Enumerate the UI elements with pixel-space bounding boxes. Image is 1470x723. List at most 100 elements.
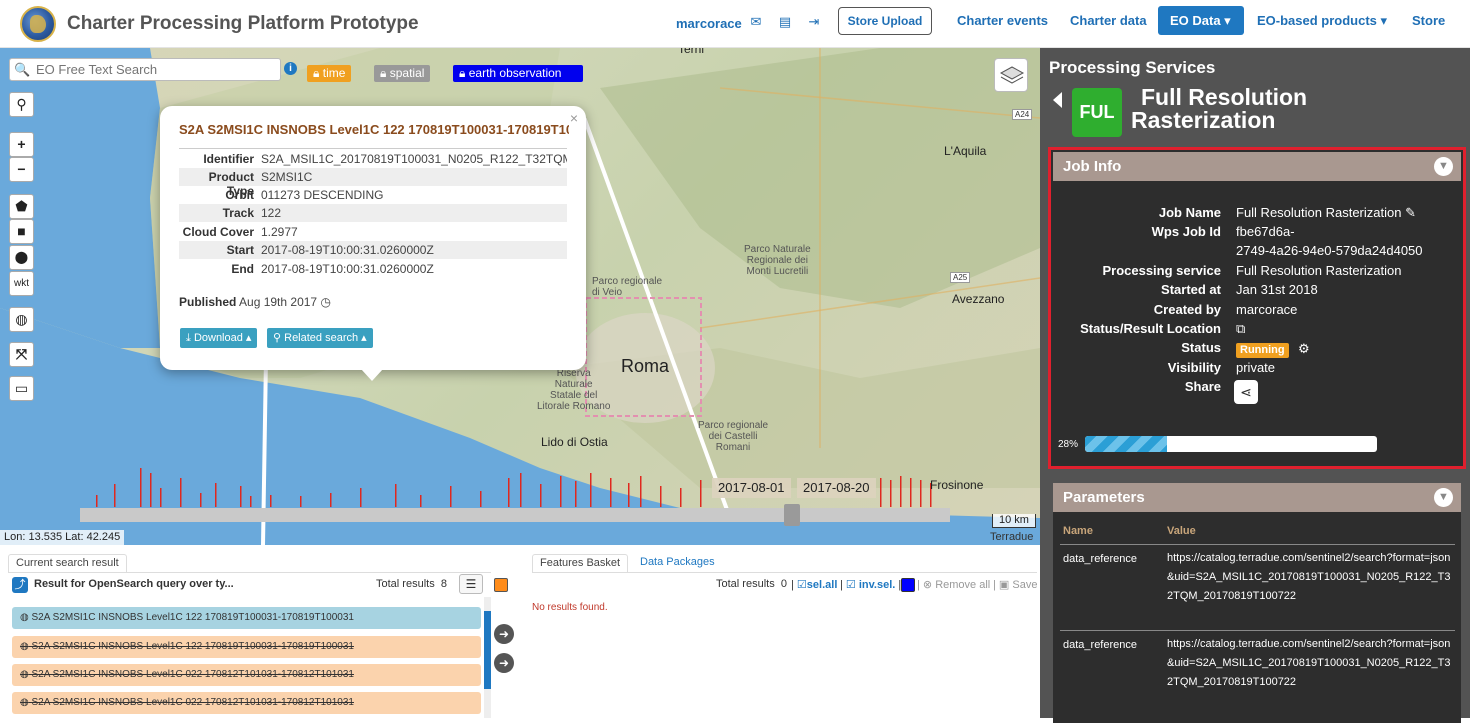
book-icon[interactable]: ▤ (777, 14, 793, 30)
layers-icon[interactable] (994, 58, 1028, 92)
download-button[interactable]: ⤓ Download ▴ (180, 328, 258, 348)
nav-eo-data[interactable]: EO Data ▾ (1158, 6, 1244, 35)
prop-key: Start (226, 243, 254, 257)
back-arrow-icon[interactable] (1053, 92, 1062, 108)
job-info-header[interactable]: Job Info ▼ (1053, 152, 1461, 181)
zoom-in-button[interactable]: + (9, 132, 34, 157)
time-tag[interactable]: 🔒︎ time (307, 65, 352, 82)
globe-icon[interactable]: ◍ (9, 307, 34, 332)
map-place-terni: Terni (678, 48, 705, 56)
basket-color-picker[interactable] (901, 578, 915, 592)
timeline-handle[interactable] (784, 504, 800, 526)
basket-invert-selection[interactable]: | ☑ inv.sel. | (840, 578, 901, 591)
related-search-button[interactable]: ⚲ Related search ▴ (267, 328, 373, 348)
results-title: Result for OpenSearch query over ty... (34, 578, 234, 590)
related-search-label: Related search (284, 332, 359, 344)
param-value: https://catalog.terradue.com/sentinel2/s… (1167, 552, 1451, 602)
prop-row: Identifier S2A_MSIL1C_20170819T100031_N02… (179, 150, 567, 168)
created-by-label: Created by (1153, 302, 1221, 317)
status-label: Status (1181, 340, 1221, 355)
share-label: Share (1184, 379, 1221, 394)
marker-icon[interactable]: ⬤ (9, 245, 34, 270)
zoom-out-button[interactable]: − (9, 157, 34, 182)
published-date: Published Aug 19th 2017 ◷ (179, 295, 331, 309)
bottom-panels: Current search result ⤴ Result for OpenS… (0, 545, 1040, 718)
progress-bar (1085, 436, 1377, 452)
wkt-button[interactable]: wkt (9, 271, 34, 296)
info-icon[interactable]: i (284, 62, 297, 75)
result-item[interactable]: ◍ S2A S2MSI1C INSNOBS Level1C 122 170819… (12, 607, 481, 629)
nav-charter-data[interactable]: Charter data (1070, 13, 1147, 28)
search-icon: 🔍 (14, 62, 31, 77)
tab-data-packages[interactable]: Data Packages (633, 554, 722, 573)
map-place-lido: Lido di Ostia (541, 435, 608, 449)
map-attribution[interactable]: Terradue (990, 531, 1033, 543)
chevron-down-icon[interactable]: ▼ (1434, 488, 1453, 507)
tab-current-search-result[interactable]: Current search result (8, 554, 127, 573)
list-view-button[interactable]: ☰ (459, 574, 483, 594)
prop-value: 011273 DESCENDING (261, 188, 384, 202)
checkbox-icon: ☑ (845, 579, 856, 591)
earth-observation-tag[interactable]: 🔒︎ earth observation (453, 65, 583, 82)
gear-icon[interactable]: ⚙ (1298, 339, 1310, 358)
basket-select-all[interactable]: | ☑sel.all (791, 578, 837, 591)
prop-row: End 2017-08-19T10:00:31.0260000Z (179, 260, 567, 278)
result-item[interactable]: ◍ S2A S2MSI1C INSNOBS Level1C 022 170812… (12, 692, 481, 714)
time-tag-label: time (322, 66, 346, 80)
progress-fill (1085, 436, 1167, 452)
results-color-picker[interactable] (494, 578, 508, 592)
scrollbar-thumb[interactable] (484, 611, 491, 689)
timeline-bar[interactable] (80, 508, 950, 522)
user-link[interactable]: marcorace (676, 16, 742, 31)
result-item-label: S2A S2MSI1C INSNOBS Level1C 122 170819T1… (31, 641, 354, 652)
map-place-roma: Roma (621, 356, 670, 376)
store-upload-button[interactable]: Store Upload (838, 7, 932, 35)
share-icon[interactable]: ⤴ (12, 577, 28, 593)
download-label: Download (193, 332, 243, 344)
charter-logo[interactable] (20, 6, 56, 42)
save-button[interactable]: | ▣ Save (993, 578, 1037, 591)
parameters-header[interactable]: Parameters ▼ (1053, 483, 1461, 512)
result-location-label: Status/Result Location (1080, 321, 1221, 336)
external-link-icon[interactable]: ⧉ (1236, 319, 1245, 338)
map-search-icon[interactable]: ⚲ (9, 92, 34, 117)
square-icon[interactable]: ■ (9, 219, 34, 244)
close-icon[interactable]: × (570, 110, 578, 126)
save-icon: ▣ (998, 579, 1010, 591)
lock-icon: 🔒︎ (380, 66, 387, 80)
result-item[interactable]: ◍ S2A S2MSI1C INSNOBS Level1C 122 170819… (12, 636, 481, 658)
chevron-down-icon[interactable]: ▼ (1434, 157, 1453, 176)
road-a24: A24 (1012, 109, 1033, 120)
polygon-icon[interactable]: ⬟ (9, 194, 34, 219)
logout-icon[interactable]: ⇥ (806, 14, 822, 30)
remove-all-button[interactable]: | ⊗ Remove all (917, 578, 990, 591)
result-item-label: S2A S2MSI1C INSNOBS Level1C 022 170812T1… (31, 669, 354, 680)
nav-store[interactable]: Store (1412, 13, 1445, 28)
tab-divider (532, 572, 1037, 573)
prop-key: Identifier (203, 152, 254, 166)
nav-eo-based-products[interactable]: EO-based products ▾ (1257, 13, 1387, 29)
result-item[interactable]: ◍ S2A S2MSI1C INSNOBS Level1C 022 170812… (12, 664, 481, 686)
arrow-right-circle-icon[interactable]: ➜ (494, 653, 514, 673)
results-scrollbar[interactable] (484, 597, 491, 718)
arrow-right-icon[interactable]: ➜ (494, 624, 514, 644)
ruler-icon[interactable]: ▭ (9, 376, 34, 401)
prop-value: S2A_MSIL1C_20170819T100031_N0205_R122_T3… (261, 152, 567, 166)
popup-title[interactable]: S2A S2MSI1C INSNOBS Level1C 122 170819T1… (179, 122, 569, 140)
share-icon[interactable]: ⋖ (1234, 380, 1258, 404)
started-at-value: Jan 31st 2018 (1236, 282, 1318, 297)
prop-value: 122 (261, 206, 282, 220)
clock-icon: ◷ (320, 295, 331, 309)
eo-search-input[interactable] (36, 62, 276, 77)
tab-features-basket[interactable]: Features Basket (532, 554, 629, 573)
map-view[interactable]: 🔍 i 🔒︎ time 🔒︎ spatial 🔒︎ earth observat… (0, 48, 1040, 545)
expand-icon[interactable]: ⤧ (9, 342, 34, 367)
nav-charter-events[interactable]: Charter events (957, 13, 1048, 28)
envelope-icon[interactable]: ✉ (748, 14, 764, 30)
pencil-icon[interactable]: ✎ (1405, 205, 1416, 220)
spatial-tag[interactable]: 🔒︎ spatial (374, 65, 431, 82)
spatial-tag-label: spatial (389, 66, 425, 80)
eo-search-box[interactable]: 🔍 (9, 58, 281, 81)
result-item-label: S2A S2MSI1C INSNOBS Level1C 122 170819T1… (31, 612, 354, 623)
wps-job-id-line-1: fbe67d6a- (1236, 224, 1295, 239)
